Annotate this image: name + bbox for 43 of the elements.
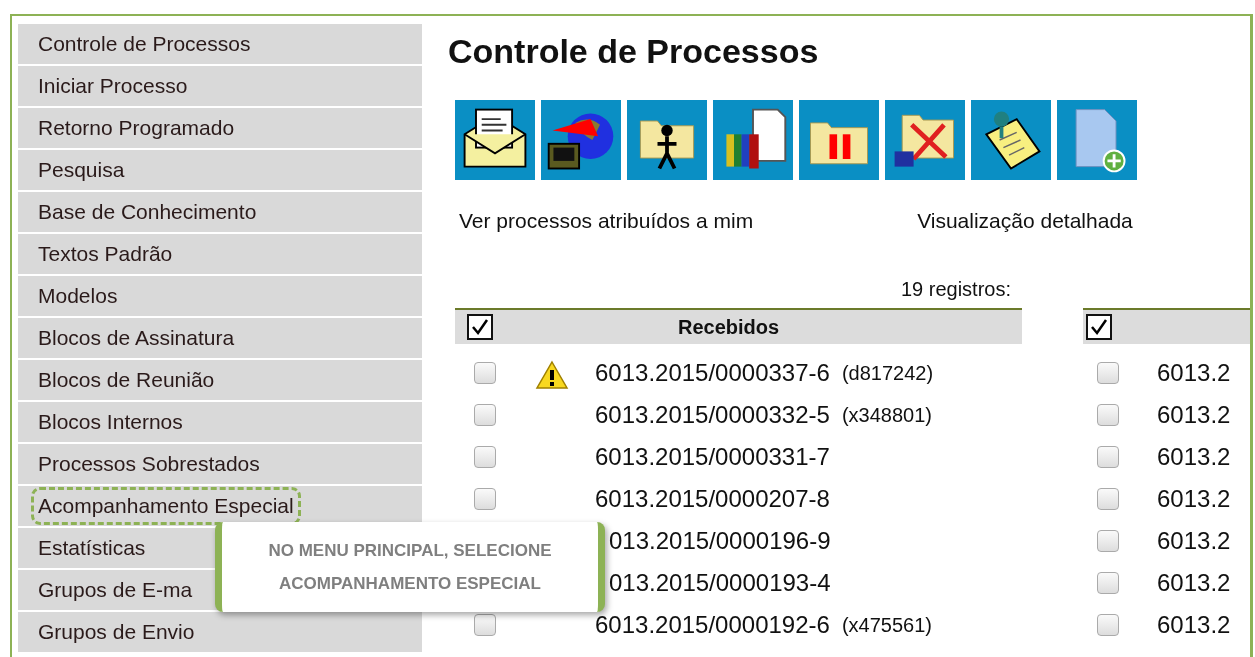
select-all-checkbox[interactable] [467, 314, 493, 340]
callout-text: NO MENU PRINCIPAL, SELECIONE ACOMPANHAMENTO ESPECIAL [267, 540, 553, 595]
toolbar-button[interactable] [627, 100, 707, 180]
process-number[interactable]: 6013.2 [1157, 607, 1231, 643]
record-count: 19 registros: [899, 277, 1011, 302]
row-checkbox[interactable] [1097, 614, 1119, 636]
row-checkbox[interactable] [474, 446, 496, 468]
process-number[interactable]: 013.2015/0000193-4 [609, 565, 831, 601]
row-checkbox[interactable] [474, 362, 496, 384]
process-number[interactable]: 6013.2 [1157, 439, 1231, 475]
row-checkbox[interactable] [474, 614, 496, 636]
row-checkbox[interactable] [1097, 572, 1119, 594]
process-number[interactable]: 6013.2 [1157, 355, 1231, 391]
row-checkbox[interactable] [1097, 404, 1119, 426]
row-checkbox[interactable] [474, 488, 496, 510]
process-number[interactable]: 6013.2 [1157, 481, 1231, 517]
toolbar-button[interactable] [455, 100, 535, 180]
page-title: Controle de Processos [448, 31, 820, 72]
process-tag: (d817242) [841, 358, 934, 388]
link[interactable]: Visualização detalhada [917, 208, 1133, 234]
row-checkbox[interactable] [1097, 488, 1119, 510]
process-number[interactable]: 6013.2015/0000337-6 [595, 355, 830, 391]
process-tag: (x348801) [841, 400, 932, 430]
toolbar-button[interactable] [885, 100, 965, 180]
process-number[interactable]: 6013.2 [1157, 397, 1231, 433]
row-checkbox[interactable] [1097, 362, 1119, 384]
select-all-checkbox[interactable] [1086, 314, 1112, 340]
process-tag: (x475561) [841, 610, 932, 640]
process-number[interactable]: 6013.2015/0000331-7 [595, 439, 830, 475]
toolbar-button[interactable] [713, 100, 793, 180]
column-header: Recebidos [678, 315, 780, 340]
link[interactable]: Ver processos atribuídos a mim [459, 208, 754, 234]
toolbar-button[interactable] [971, 100, 1051, 180]
row-checkbox[interactable] [474, 404, 496, 426]
sidebar-item[interactable]: Estatísticas [31, 529, 153, 567]
process-number[interactable]: 6013.2 [1157, 565, 1231, 601]
process-number[interactable]: 013.2015/0000196-9 [609, 523, 831, 559]
process-number[interactable]: 6013.2015/0000192-6 [595, 607, 830, 643]
row-checkbox[interactable] [1097, 446, 1119, 468]
process-number[interactable]: 6013.2 [1157, 523, 1231, 559]
process-number[interactable]: 6013.2015/0000332-5 [595, 397, 830, 433]
row-checkbox[interactable] [1097, 530, 1119, 552]
process-number[interactable]: 6013.2015/0000207-8 [595, 481, 830, 517]
